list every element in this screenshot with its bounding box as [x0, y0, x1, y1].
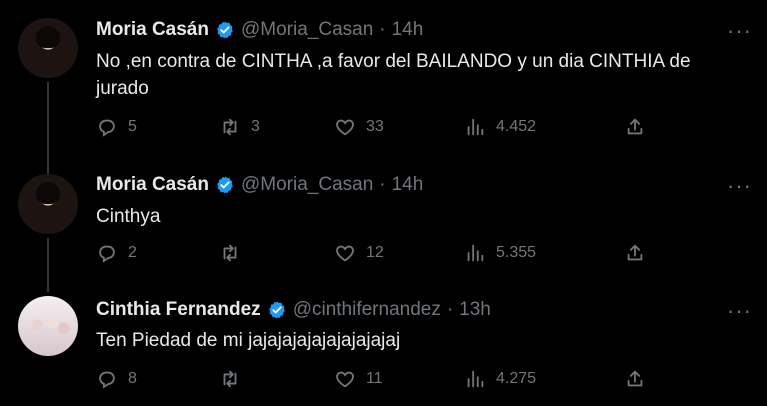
reply-icon — [99, 119, 115, 137]
views-count: 4.275 — [496, 370, 537, 387]
author-handle[interactable]: @Moria_Casan — [241, 174, 373, 196]
like-count: 11 — [366, 370, 383, 387]
heart-icon — [336, 371, 354, 388]
retweet-button[interactable] — [219, 242, 252, 264]
reply-count: 2 — [128, 244, 137, 261]
share-icon — [627, 370, 643, 387]
tweet-header: Cinthia Fernandez @cinthifernandez · 13h — [96, 299, 491, 321]
reply-button[interactable]: 8 — [96, 368, 137, 390]
retweet-button[interactable] — [219, 368, 252, 390]
share-button[interactable] — [624, 368, 656, 390]
separator-dot: · — [446, 299, 454, 320]
reply-button[interactable]: 5 — [96, 116, 137, 138]
avatar-moria-casan[interactable] — [18, 18, 78, 78]
tweet-header: Moria Casán @Moria_Casan · 14h — [96, 174, 423, 196]
share-icon — [627, 244, 643, 261]
views-button[interactable]: 4.452 — [464, 116, 536, 138]
avatar-moria-casan[interactable] — [18, 174, 78, 234]
author-name[interactable]: Cinthia Fernandez — [96, 299, 261, 321]
separator-dot: · — [379, 174, 386, 195]
separator-dot: · — [379, 19, 386, 40]
like-count: 33 — [366, 118, 384, 135]
views-chart-icon — [467, 118, 484, 136]
like-button[interactable]: 12 — [334, 242, 384, 264]
more-options-icon[interactable]: ··· — [727, 18, 752, 44]
reply-count: 8 — [128, 370, 137, 387]
heart-icon — [336, 119, 354, 136]
share-icon — [627, 118, 643, 135]
tweet-text: Ten Piedad de mi jajajajajajajajajajaj — [96, 330, 401, 351]
reply-button[interactable]: 2 — [96, 242, 137, 264]
like-button[interactable]: 11 — [334, 368, 383, 390]
avatar-cinthia-fernandez[interactable] — [18, 296, 78, 356]
retweet-button[interactable]: 3 — [219, 116, 260, 138]
tweet-actions: 2 12 5.355 — [96, 242, 767, 268]
views-count: 5.355 — [496, 244, 537, 261]
retweet-icon — [223, 118, 237, 136]
tweet-time[interactable]: 14h — [392, 19, 424, 41]
tweet-3[interactable]: Cinthia Fernandez @cinthifernandez · 13h… — [0, 285, 767, 406]
reply-count: 5 — [128, 118, 137, 135]
author-handle[interactable]: @Moria_Casan — [241, 19, 373, 41]
views-chart-icon — [467, 370, 484, 388]
retweet-icon — [223, 370, 237, 388]
tweet-time[interactable]: 13h — [459, 299, 491, 321]
tweet-2[interactable]: Moria Casán @Moria_Casan · 14h ··· Cinth… — [0, 160, 767, 285]
author-name[interactable]: Moria Casán — [96, 19, 209, 41]
tweet-text: Cinthya — [96, 206, 161, 227]
retweet-icon — [223, 244, 237, 262]
verified-badge-icon — [268, 301, 285, 319]
views-chart-icon — [467, 244, 484, 262]
tweet-header: Moria Casán @Moria_Casan · 14h — [96, 19, 423, 41]
more-options-icon[interactable]: ··· — [727, 173, 752, 199]
views-button[interactable]: 5.355 — [464, 242, 536, 264]
reply-icon — [99, 371, 115, 389]
share-button[interactable] — [624, 116, 656, 138]
views-count: 4.452 — [496, 118, 537, 135]
tweet-text: No ,en contra de CINTHA ,a favor del BAI… — [96, 51, 691, 99]
verified-badge-icon — [217, 21, 233, 39]
reply-icon — [99, 245, 115, 263]
like-count: 12 — [366, 244, 384, 261]
share-button[interactable] — [624, 242, 656, 264]
tweet-actions: 8 11 4.275 — [96, 368, 767, 394]
views-button[interactable]: 4.275 — [464, 368, 536, 390]
verified-badge-icon — [217, 176, 233, 194]
tweet-time[interactable]: 14h — [392, 174, 424, 196]
tweet-1[interactable]: Moria Casán @Moria_Casan · 14h ··· No ,e… — [0, 0, 767, 160]
like-button[interactable]: 33 — [334, 116, 384, 138]
heart-icon — [336, 245, 354, 262]
tweet-actions: 5 3 33 4.452 — [96, 116, 767, 142]
author-name[interactable]: Moria Casán — [96, 174, 209, 196]
more-options-icon[interactable]: ··· — [727, 298, 752, 324]
retweet-count: 3 — [251, 118, 260, 135]
author-handle[interactable]: @cinthifernandez — [293, 299, 441, 321]
